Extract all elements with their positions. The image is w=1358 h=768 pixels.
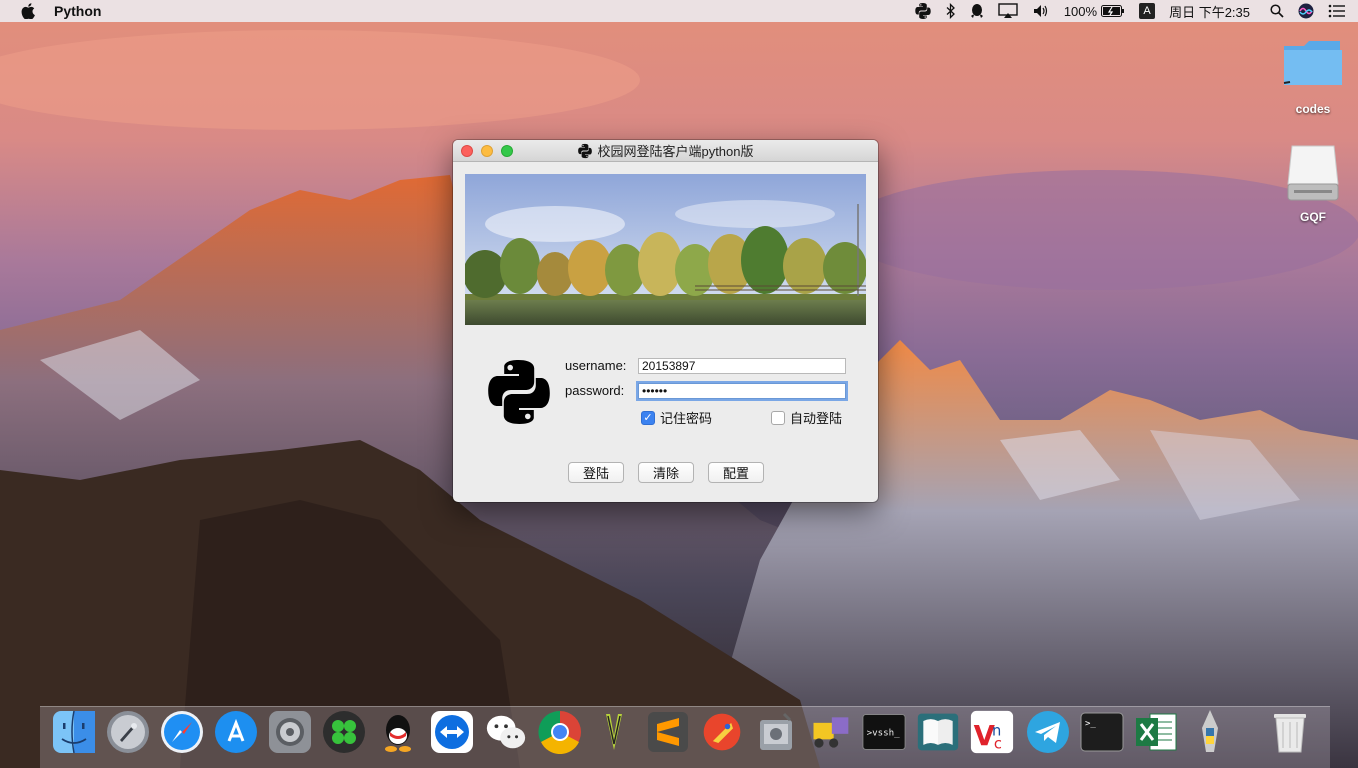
minimize-button[interactable] <box>481 145 493 157</box>
folder-icon <box>1283 41 1342 85</box>
drive-icon <box>1287 145 1339 201</box>
login-button[interactable]: 登陆 <box>568 462 624 483</box>
close-button[interactable] <box>461 145 473 157</box>
teamviewer-icon[interactable] <box>430 710 474 754</box>
python-status-icon[interactable] <box>914 0 932 22</box>
rocket-app-icon[interactable] <box>700 710 744 754</box>
menu-bar: Python 100% A 周日 下午2:35 <box>0 0 1358 22</box>
desktop-item-label: GQF <box>1300 210 1326 224</box>
battery-icon[interactable] <box>1101 0 1125 22</box>
airplay-icon[interactable] <box>998 0 1018 22</box>
app-store-icon[interactable] <box>214 710 258 754</box>
bluetooth-icon[interactable] <box>946 0 956 22</box>
desktop-item-drive[interactable]: GQF <box>1273 144 1353 224</box>
menubar-clock[interactable]: 周日 下午2:35 <box>1169 0 1250 22</box>
python-logo-icon <box>578 143 593 158</box>
finder-icon[interactable] <box>52 710 96 754</box>
vnc-viewer-icon[interactable]: Vnc <box>970 710 1014 754</box>
checkbox-unchecked-icon <box>771 410 785 425</box>
clear-button[interactable]: 清除 <box>638 462 694 483</box>
notification-center-icon[interactable] <box>1328 0 1346 22</box>
input-method-indicator[interactable]: A <box>1139 0 1156 22</box>
window-title: 校园网登陆客户端python版 <box>597 144 754 159</box>
config-button[interactable]: 配置 <box>708 462 764 483</box>
chrome-icon[interactable] <box>538 710 582 754</box>
svg-text:>_: >_ <box>1085 719 1096 729</box>
system-preferences-icon[interactable] <box>268 710 312 754</box>
safari-icon[interactable] <box>160 710 204 754</box>
battery-percent: 100% <box>1063 3 1098 19</box>
zoom-button[interactable] <box>501 145 513 157</box>
wechat-icon[interactable] <box>484 710 528 754</box>
remember-password-checkbox[interactable]: ✓ 记住密码 <box>641 408 712 427</box>
app-name[interactable]: Python <box>54 3 101 19</box>
python-logo-icon <box>488 360 550 424</box>
terminal-icon[interactable]: >_ <box>1080 710 1124 754</box>
vssh-icon[interactable]: >vssh_ <box>862 710 906 754</box>
qq-status-icon[interactable] <box>970 0 984 22</box>
dictionary-icon[interactable] <box>916 710 960 754</box>
desktop-item-label: codes <box>1295 102 1331 116</box>
vim-icon[interactable] <box>592 710 636 754</box>
excel-icon[interactable] <box>1134 710 1178 754</box>
sublime-text-icon[interactable] <box>646 710 690 754</box>
transmit-icon[interactable] <box>808 710 852 754</box>
password-label: password: <box>565 383 625 398</box>
username-label: username: <box>565 358 627 373</box>
telegram-icon[interactable] <box>1026 710 1070 754</box>
trash-icon[interactable] <box>1268 710 1312 754</box>
qq-icon[interactable] <box>376 710 420 754</box>
volume-icon[interactable] <box>1032 0 1050 22</box>
username-field[interactable] <box>638 358 846 374</box>
apple-menu-icon[interactable] <box>20 2 36 20</box>
checkbox-checked-icon: ✓ <box>641 410 655 425</box>
svg-text:>vssh_: >vssh_ <box>867 728 901 739</box>
svg-text:c: c <box>994 736 1002 753</box>
campus-banner-image <box>465 174 866 325</box>
disk-utility-icon[interactable] <box>754 710 798 754</box>
auto-login-checkbox[interactable]: 自动登陆 <box>771 408 842 427</box>
launchpad-icon[interactable] <box>106 710 150 754</box>
password-field[interactable] <box>638 383 846 399</box>
remember-password-label: 记住密码 <box>660 411 713 426</box>
spotlight-search-icon[interactable] <box>1270 0 1284 22</box>
python-launcher-icon[interactable] <box>1188 710 1232 754</box>
auto-login-label: 自动登陆 <box>790 411 843 426</box>
desktop-item-codes[interactable]: codes <box>1273 38 1353 116</box>
siri-icon[interactable] <box>1298 0 1314 22</box>
clover-icon[interactable] <box>322 710 366 754</box>
login-window: 校园网登陆客户端python版 username: 20153897 passw… <box>453 140 878 502</box>
window-titlebar[interactable]: 校园网登陆客户端python版 <box>453 140 878 162</box>
